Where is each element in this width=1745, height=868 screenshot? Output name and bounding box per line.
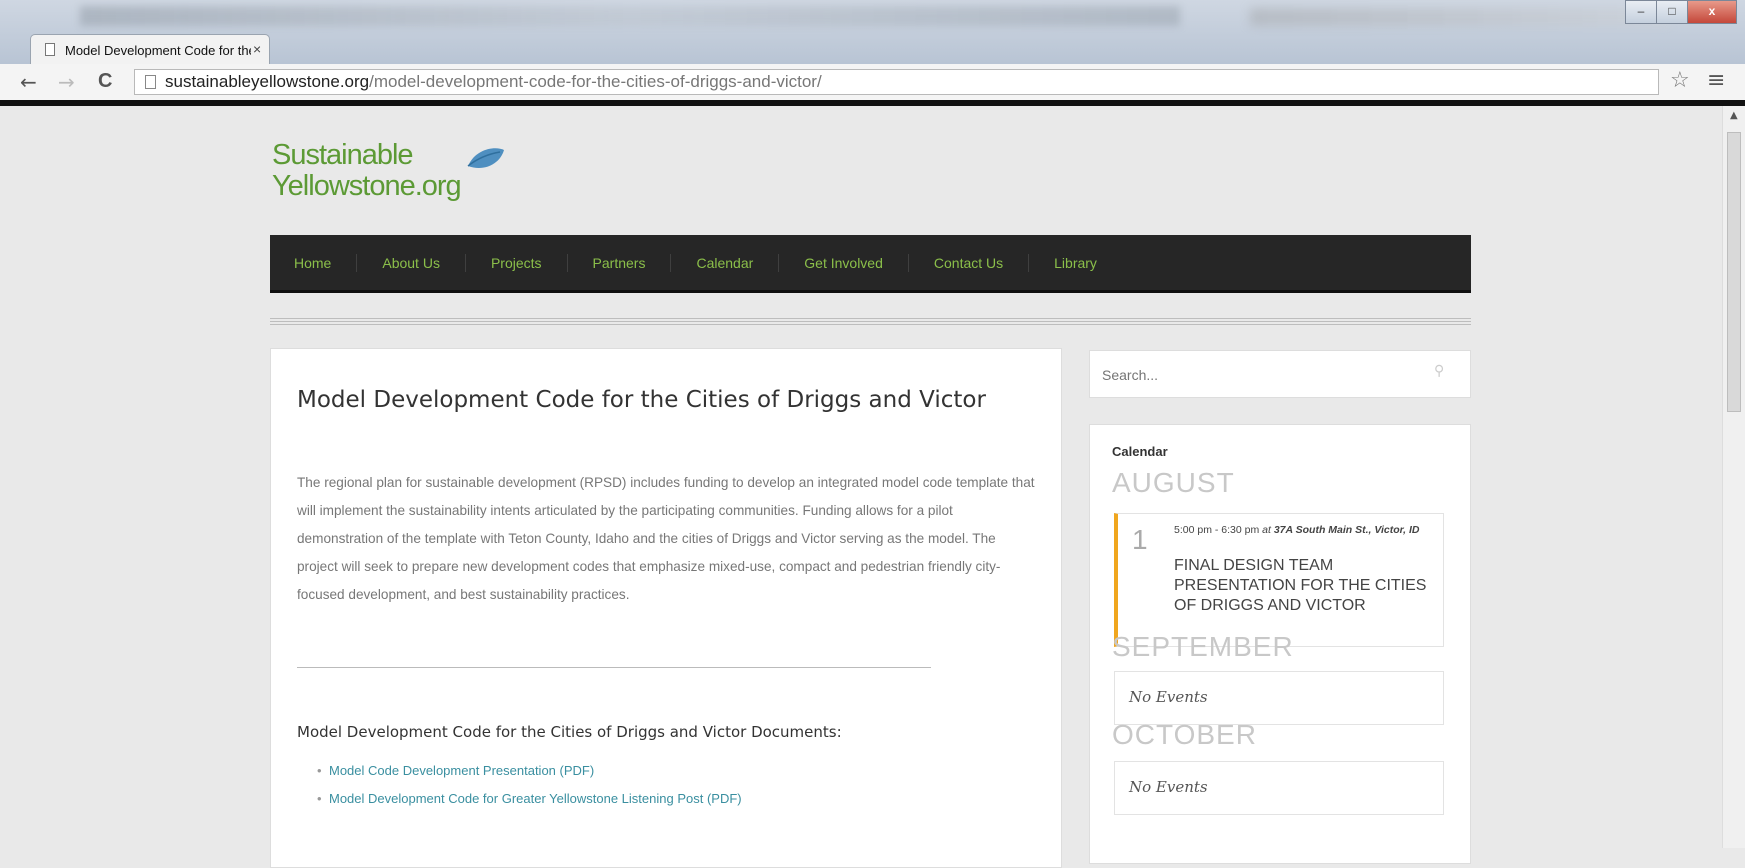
event-time-range: 5:00 pm - 6:30 pm (1174, 524, 1260, 536)
address-bar: ← → C sustainableyellowstone.org/model-d… (0, 64, 1745, 101)
back-icon[interactable]: ← (20, 70, 37, 94)
page-icon (45, 43, 55, 56)
documents-heading: Model Development Code for the Cities of… (297, 723, 842, 741)
calendar-event[interactable]: 1 5:00 pm - 6:30 pm at 37A South Main St… (1114, 513, 1444, 647)
scroll-up-icon[interactable]: ▲ (1730, 110, 1738, 121)
search-box: ⚲ (1089, 350, 1471, 398)
document-link[interactable]: Model Code Development Presentation (PDF… (297, 757, 742, 785)
tab-title: Model Development Code for the Cities of… (65, 43, 251, 58)
url-host: sustainableyellowstone.org (165, 72, 370, 91)
site-logo[interactable]: Sustainable Yellowstone.org (272, 139, 504, 202)
month-august: AUGUST (1112, 467, 1235, 498)
no-events-october: No Events (1114, 761, 1444, 815)
blurred-background (80, 6, 1180, 26)
maximize-button[interactable]: □ (1656, 0, 1688, 24)
blurred-background (1250, 8, 1670, 26)
nav-calendar[interactable]: Calendar (670, 253, 778, 272)
page-title: Model Development Code for the Cities of… (297, 387, 986, 413)
minimize-button[interactable]: – (1625, 0, 1657, 24)
browser-tabstrip: Model Development Code for the Cities of… (0, 0, 1745, 64)
scrollbar-thumb[interactable] (1727, 132, 1741, 412)
nav-library[interactable]: Library (1028, 253, 1122, 272)
nav-home[interactable]: Home (294, 254, 356, 272)
window-controls: – □ x (1625, 0, 1737, 24)
search-icon[interactable]: ⚲ (1434, 363, 1444, 379)
browser-tab[interactable]: Model Development Code for the Cities of… (30, 34, 270, 64)
document-link[interactable]: Model Development Code for Greater Yello… (297, 785, 742, 813)
event-location: 37A South Main St., Victor, ID (1273, 524, 1420, 536)
search-input[interactable] (1100, 363, 1424, 387)
nav-projects[interactable]: Projects (464, 253, 567, 272)
no-events-september: No Events (1114, 671, 1444, 725)
close-tab-icon[interactable]: × (253, 41, 261, 57)
url-path: /model-development-code-for-the-cities-o… (369, 72, 822, 91)
nav-about-us[interactable]: About Us (356, 253, 465, 272)
main-navigation: Home About Us Projects Partners Calendar… (270, 235, 1471, 293)
leaf-icon (467, 148, 504, 169)
nav-get-involved[interactable]: Get Involved (778, 253, 908, 272)
nav-contact-us[interactable]: Contact Us (907, 253, 1028, 272)
logo-line2: Yellowstone.org (272, 170, 462, 202)
bookmark-star-icon[interactable]: ☆ (1670, 68, 1690, 93)
forward-icon[interactable]: → (58, 70, 75, 94)
article-body: The regional plan for sustainable develo… (297, 475, 1035, 602)
event-title[interactable]: Final Design Team Presentation for the C… (1174, 556, 1434, 616)
reload-icon[interactable]: C (98, 70, 112, 93)
event-day: 1 (1132, 524, 1148, 555)
url-text: sustainableyellowstone.org/model-develop… (165, 70, 822, 94)
event-time: 5:00 pm - 6:30 pm at 37A South Main St.,… (1174, 524, 1434, 536)
content-divider (297, 667, 931, 668)
documents-list: Model Code Development Presentation (PDF… (297, 757, 742, 813)
menu-icon[interactable]: ≡ (1707, 68, 1725, 93)
scrollbar[interactable]: ▲ (1722, 106, 1745, 848)
month-september: SEPTEMBER (1112, 631, 1294, 662)
event-at: at (1262, 524, 1271, 536)
page-icon (145, 75, 156, 89)
header-divider (270, 318, 1471, 326)
url-input[interactable]: sustainableyellowstone.org/model-develop… (134, 69, 1659, 95)
logo-line1: Sustainable (272, 139, 414, 171)
article-panel: Model Development Code for the Cities of… (270, 348, 1062, 868)
nav-partners[interactable]: Partners (566, 253, 671, 272)
calendar-widget: Calendar AUGUST 1 5:00 pm - 6:30 pm at 3… (1089, 424, 1471, 864)
close-window-button[interactable]: x (1687, 0, 1737, 24)
month-october: OCTOBER (1112, 719, 1257, 750)
calendar-title: Calendar (1112, 444, 1168, 459)
